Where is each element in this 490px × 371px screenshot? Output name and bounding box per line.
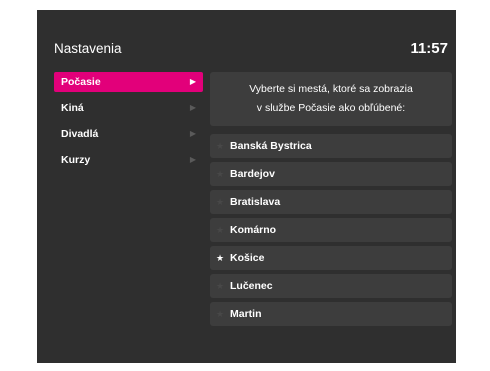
info-line-1: Vyberte si mestá, ktoré sa zobrazia: [249, 83, 413, 95]
settings-menu: Počasie ▶ Kiná ▶ Divadlá ▶ Kurzy ▶: [54, 72, 203, 176]
menu-item-divadla[interactable]: Divadlá ▶: [54, 124, 203, 144]
info-line-2: v službe Počasie ako obľúbené:: [256, 102, 406, 114]
menu-item-label: Kurzy: [61, 154, 91, 166]
tv-screen: Nastavenia 11:57 Počasie ▶ Kiná ▶ Divadl…: [37, 10, 456, 363]
clock: 11:57: [410, 40, 448, 57]
menu-item-label: Divadlá: [61, 128, 99, 140]
city-name: Bratislava: [230, 196, 281, 208]
city-name: Banská Bystrica: [230, 140, 312, 152]
city-item-bardejov[interactable]: ★ Bardejov: [210, 162, 452, 186]
star-icon: ★: [216, 309, 225, 319]
page-title: Nastavenia: [54, 41, 122, 56]
star-icon: ★: [216, 253, 225, 263]
city-name: Bardejov: [230, 168, 275, 180]
city-item-bratislava[interactable]: ★ Bratislava: [210, 190, 452, 214]
city-item-banska-bystrica[interactable]: ★ Banská Bystrica: [210, 134, 452, 158]
star-icon: ★: [216, 141, 225, 151]
arrow-right-icon: ▶: [189, 155, 196, 164]
menu-item-label: Kiná: [61, 102, 84, 114]
arrow-right-icon: ▶: [189, 103, 196, 112]
city-name: Komárno: [230, 224, 277, 236]
info-box: Vyberte si mestá, ktoré sa zobrazia v sl…: [210, 72, 452, 126]
menu-item-label: Počasie: [61, 76, 101, 88]
star-icon: ★: [216, 197, 225, 207]
city-name: Košice: [230, 252, 265, 264]
city-name: Martin: [230, 308, 262, 320]
city-item-kosice[interactable]: ★ Košice: [210, 246, 452, 270]
star-icon: ★: [216, 225, 225, 235]
star-icon: ★: [216, 281, 225, 291]
city-item-martin[interactable]: ★ Martin: [210, 302, 452, 326]
star-icon: ★: [216, 169, 225, 179]
city-item-komarno[interactable]: ★ Komárno: [210, 218, 452, 242]
menu-item-pocasie[interactable]: Počasie ▶: [54, 72, 203, 92]
city-item-lucenec[interactable]: ★ Lučenec: [210, 274, 452, 298]
arrow-right-icon: ▶: [189, 129, 196, 138]
city-list: ★ Banská Bystrica ★ Bardejov ★ Bratislav…: [210, 134, 452, 330]
menu-item-kurzy[interactable]: Kurzy ▶: [54, 150, 203, 170]
menu-item-kina[interactable]: Kiná ▶: [54, 98, 203, 118]
city-name: Lučenec: [230, 280, 273, 292]
arrow-right-icon: ▶: [189, 77, 196, 86]
